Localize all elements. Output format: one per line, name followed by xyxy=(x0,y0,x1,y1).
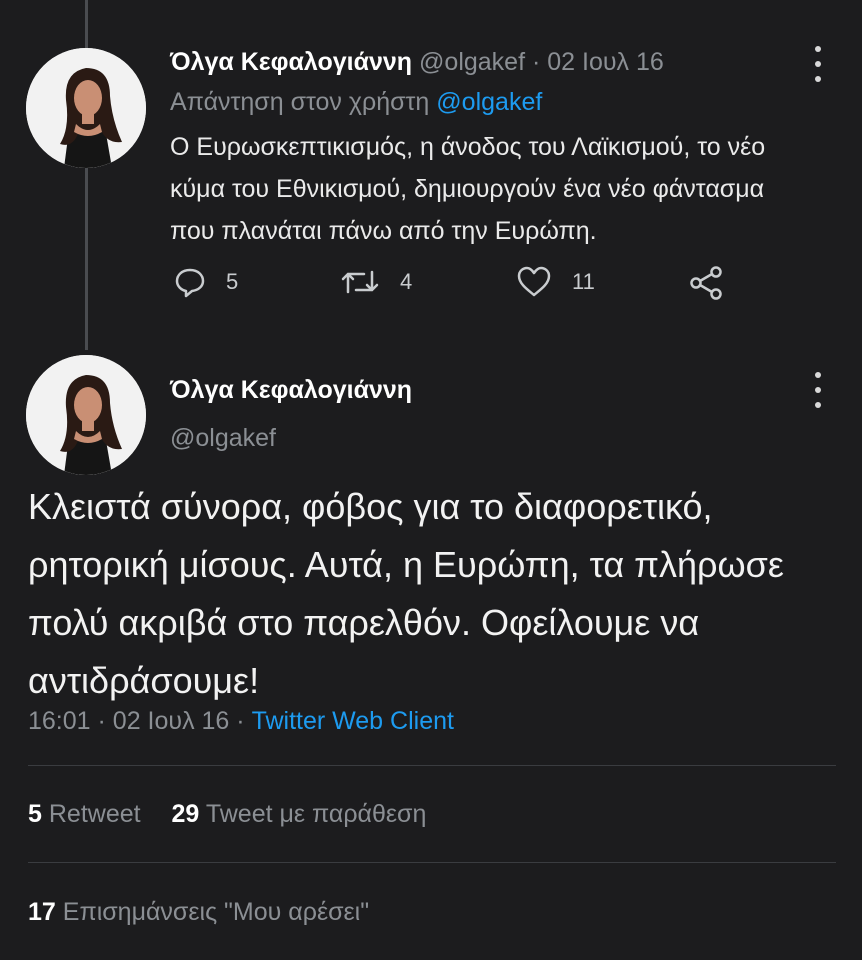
reply-icon xyxy=(175,268,205,298)
retweet-icon xyxy=(341,270,379,294)
main-author-handle[interactable]: @olgakef xyxy=(170,424,276,453)
like-action-button[interactable]: 11 xyxy=(516,266,595,298)
quotes-stat-label: Tweet με παράθεση xyxy=(205,800,427,828)
like-count: 11 xyxy=(572,269,595,294)
reply-count: 5 xyxy=(226,269,239,294)
reply-tweet-date[interactable]: 02 Ιουλ 16 xyxy=(547,48,664,76)
main-more-options-icon[interactable] xyxy=(808,372,828,408)
likes-stat-label: Επισημάνσεις "Μου αρέσει" xyxy=(62,898,370,926)
divider-top xyxy=(28,765,836,766)
meta-separator-2: · xyxy=(236,707,245,735)
tweet-source-link[interactable]: Twitter Web Client xyxy=(252,707,454,735)
retweets-stat-link[interactable]: 5 Retweet xyxy=(28,800,141,829)
replying-to-label: Απάντηση στον χρήστη xyxy=(170,88,430,116)
engagement-stats-row: 5 Retweet 29 Tweet με παράθεση xyxy=(28,800,450,829)
reply-tweet-header: Όλγα Κεφαλογιάννη @olgakef · 02 Ιουλ 16 xyxy=(170,48,664,77)
main-tweet-time[interactable]: 16:01 xyxy=(28,707,91,735)
likes-stat-link[interactable]: 17 Επισημάνσεις "Μου αρέσει" xyxy=(28,898,369,927)
main-tweet-text: Κλειστά σύνορα, φόβος για το διαφορετικό… xyxy=(28,486,784,701)
retweet-action-button[interactable]: 4 xyxy=(340,266,412,298)
retweets-stat-count: 5 xyxy=(28,800,42,828)
retweets-stat-label: Retweet xyxy=(48,800,141,828)
reply-action-button[interactable]: 5 xyxy=(174,266,238,298)
main-author-name[interactable]: Όλγα Κεφαλογιάννη xyxy=(170,376,412,405)
reply-tweet-text: Ο Ευρωσκεπτικισμός, η άνοδος του Λαϊκισμ… xyxy=(170,133,766,245)
share-action-button[interactable] xyxy=(688,266,724,300)
likes-stat-count: 17 xyxy=(28,898,56,926)
retweet-count: 4 xyxy=(400,269,413,294)
replying-to-handle-link[interactable]: @olgakef xyxy=(436,88,542,116)
meta-separator-1: · xyxy=(97,707,106,735)
reply-author-avatar[interactable] xyxy=(26,48,146,168)
quotes-stat-link[interactable]: 29 Tweet με παράθεση xyxy=(172,800,427,829)
reply-header-separator: · xyxy=(531,48,541,76)
reply-author-name[interactable]: Όλγα Κεφαλογιάννη xyxy=(170,48,412,76)
replying-to-line: Απάντηση στον χρήστη @olgakef xyxy=(170,88,542,117)
main-tweet-date[interactable]: 02 Ιουλ 16 xyxy=(113,707,230,735)
likes-stat-row: 17 Επισημάνσεις "Μου αρέσει" xyxy=(28,898,393,927)
main-author-avatar[interactable] xyxy=(26,355,146,475)
heart-icon xyxy=(517,266,551,297)
main-tweet-meta: 16:01 · 02 Ιουλ 16 · Twitter Web Client xyxy=(28,707,454,736)
share-icon xyxy=(690,266,722,300)
reply-more-options-icon[interactable] xyxy=(808,46,828,82)
quotes-stat-count: 29 xyxy=(171,800,200,828)
reply-author-handle[interactable]: @olgakef xyxy=(419,48,525,76)
divider-bottom xyxy=(28,862,836,863)
